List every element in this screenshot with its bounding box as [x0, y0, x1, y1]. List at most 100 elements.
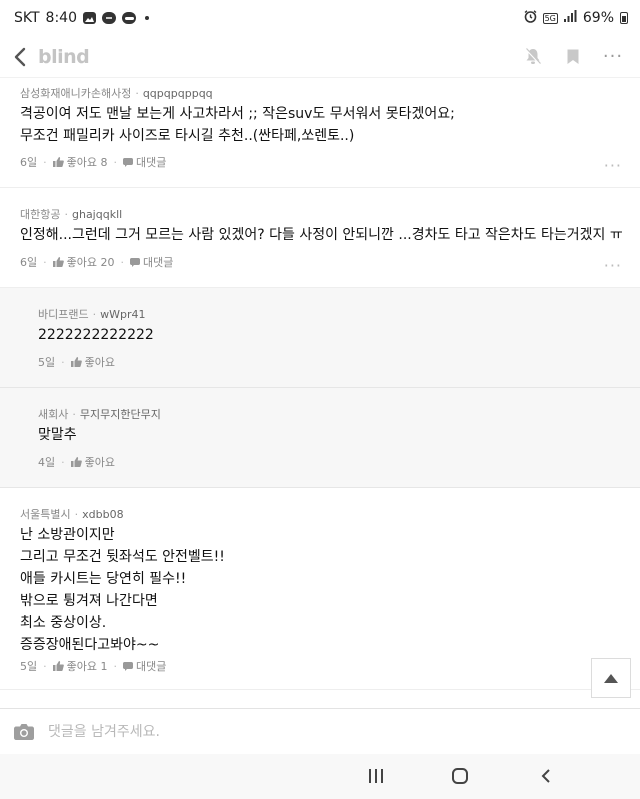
reply-button[interactable]: 대댓글	[122, 658, 167, 674]
comment-body: 2222222222222	[38, 324, 154, 346]
reply-button[interactable]: 대댓글	[122, 154, 166, 170]
thumbs-up-icon	[52, 157, 64, 167]
like-label: 좋아요 20	[66, 256, 115, 269]
comment-footer: 4일 · 좋아요	[38, 454, 115, 470]
comment-line: 최소 중상이상.	[20, 615, 107, 631]
footer-separator: ·	[61, 355, 65, 369]
recent-apps-icon	[369, 769, 383, 783]
reply-button[interactable]: 대댓글	[129, 254, 174, 270]
header-actions: ···	[522, 46, 626, 68]
blind-logo[interactable]: blind	[38, 46, 90, 68]
company-name[interactable]: 대한항공	[20, 206, 60, 222]
comment-date: 5일	[20, 660, 38, 673]
battery-percent: 69%	[582, 10, 614, 26]
footer-separator: ·	[113, 155, 117, 169]
like-label: 좋아요 8	[66, 156, 108, 169]
home-icon	[452, 768, 468, 784]
comment-line: 맞말추	[38, 427, 77, 443]
comment-footer: 6일 · 좋아요 20 · 대댓글	[20, 254, 173, 270]
comment-body: 인정해...그런데 그거 모르는 사람 있겠어? 다들 사정이 안되니깐 ...…	[20, 224, 623, 246]
comment-body: 맞말추	[38, 424, 77, 446]
meta-separator: ·	[72, 407, 76, 421]
like-label: 좋아요 1	[66, 660, 108, 673]
bookmark-icon	[567, 49, 579, 64]
comment-item: 서울특별시 · xdbb08 난 소방관이지만 그리고 무조건 뒷좌석도 안전벨…	[0, 488, 640, 690]
like-button[interactable]: 좋아요	[70, 354, 115, 370]
signal-icon	[563, 10, 577, 26]
comment-item: 대한항공 · ghajqqkll 인정해...그런데 그거 모르는 사람 있겠어…	[0, 188, 640, 288]
footer-separator: ·	[61, 455, 65, 469]
bookmark-button[interactable]	[562, 46, 584, 68]
home-button[interactable]	[445, 764, 475, 788]
like-label: 좋아요	[84, 356, 115, 369]
speech-bubble-icon	[122, 661, 133, 671]
footer-separator: ·	[43, 659, 47, 673]
app-header: blind ···	[0, 36, 640, 78]
comment-meta: 삼성화재애니카손해사정 · qqpqpqppqq	[20, 85, 213, 101]
reply-label: 대댓글	[142, 256, 174, 269]
footer-separator: ·	[120, 255, 124, 269]
status-bar: SKT 8:40 5G 69%	[0, 0, 640, 36]
system-nav-bar	[0, 754, 640, 799]
back-button[interactable]	[14, 42, 36, 72]
comment-input[interactable]	[48, 723, 548, 740]
comment-more-icon[interactable]: ···	[604, 158, 622, 174]
meta-separator: ·	[92, 307, 97, 321]
back-nav-icon	[541, 769, 550, 783]
like-label: 좋아요	[84, 456, 115, 469]
speech-bubble-icon	[122, 157, 133, 167]
comment-meta: 새회사 · 무지무지한단무지	[38, 406, 161, 422]
comment-footer: 5일 · 좋아요 1 · 대댓글	[20, 658, 166, 674]
camera-button[interactable]	[14, 721, 36, 743]
back-nav-button[interactable]	[530, 764, 560, 788]
bell-off-icon	[525, 48, 541, 65]
comment-line: 무조건 패밀리카 사이즈로 타시길 추천..(싼타페,쏘렌토..)	[20, 128, 355, 144]
dot-icon	[145, 16, 149, 20]
nickname: ghajqqkll	[71, 207, 123, 221]
comment-date: 4일	[38, 456, 56, 469]
alarm-icon	[524, 9, 537, 27]
more-icon: ···	[602, 45, 624, 67]
recent-apps-button[interactable]	[361, 764, 391, 788]
comment-meta: 대한항공 · ghajqqkll	[20, 206, 122, 222]
comment-meta: 바디프랜드 · wWpr41	[38, 306, 145, 322]
footer-separator: ·	[113, 659, 117, 673]
like-button[interactable]: 좋아요 8	[52, 154, 108, 170]
reply-label: 대댓글	[135, 660, 167, 673]
gallery-icon	[83, 12, 96, 24]
comment-line: 그리고 무조건 뒷좌석도 안전벨트!!	[20, 549, 225, 565]
thumbs-up-icon	[52, 257, 64, 267]
like-button[interactable]: 좋아요	[70, 454, 115, 470]
comment-body: 난 소방관이지만 그리고 무조건 뒷좌석도 안전벨트!! 애들 카시트는 당연히…	[20, 524, 225, 656]
comment-footer: 6일 · 좋아요 8 · 대댓글	[20, 154, 166, 170]
company-name[interactable]: 삼성화재애니카손해사정	[20, 85, 131, 101]
comment-line: 밖으로 튕겨져 나간다면	[20, 593, 158, 609]
nickname: qqpqpqppqq	[142, 86, 213, 100]
comment-line: 인정해...그런데 그거 모르는 사람 있겠어? 다들 사정이 안되니깐 ...…	[20, 227, 623, 243]
carrier-label: SKT	[14, 10, 40, 26]
footer-separator: ·	[43, 155, 47, 169]
footer-separator: ·	[43, 255, 47, 269]
comment-input-bar	[0, 708, 640, 754]
company-name[interactable]: 바디프랜드	[38, 306, 89, 322]
like-button[interactable]: 좋아요 20	[52, 254, 115, 270]
thumbs-up-icon	[70, 357, 82, 367]
nickname: xdbb08	[82, 507, 124, 521]
company-name[interactable]: 새회사	[38, 406, 68, 422]
pay-icon	[122, 12, 136, 24]
meta-separator: ·	[74, 507, 79, 521]
comment-line: 애들 카시트는 당연히 필수!!	[20, 571, 187, 587]
comment-date: 6일	[20, 256, 38, 269]
comment-date: 5일	[38, 356, 56, 369]
comment-list: 삼성화재애니카손해사정 · qqpqpqppqq 격공이여 저도 맨날 보는게 …	[0, 78, 640, 690]
more-button[interactable]: ···	[602, 46, 624, 68]
comment-meta: 서울특별시 · xdbb08	[20, 506, 124, 522]
notification-off-button[interactable]	[522, 46, 544, 68]
chat-icon	[102, 12, 116, 24]
arrow-up-icon	[604, 673, 618, 683]
network-label: 5G	[542, 12, 558, 24]
company-name[interactable]: 서울특별시	[20, 506, 71, 522]
comment-more-icon[interactable]: ···	[604, 258, 622, 274]
scroll-to-top-button[interactable]	[591, 658, 631, 698]
like-button[interactable]: 좋아요 1	[52, 658, 108, 674]
